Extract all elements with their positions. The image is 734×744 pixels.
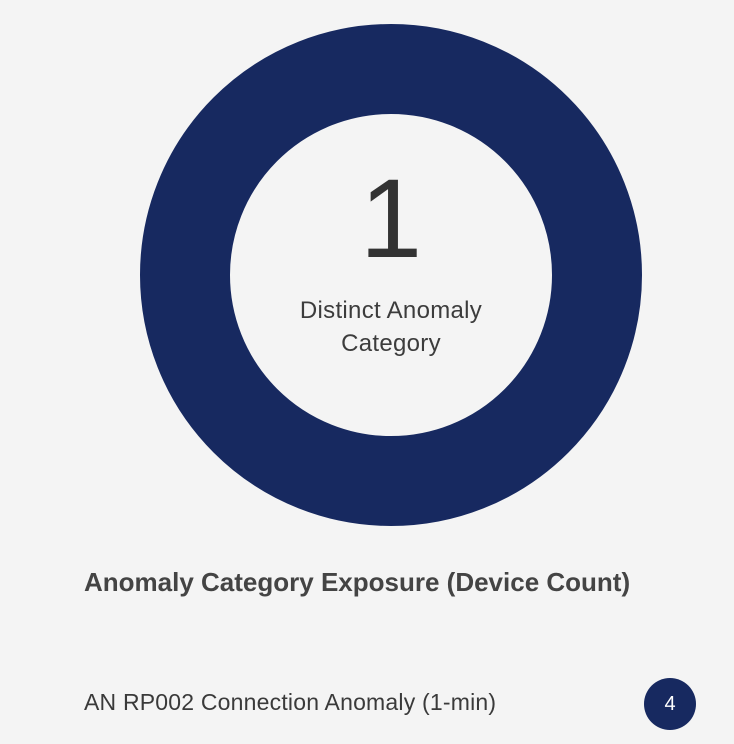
donut-chart: 1 Distinct Anomaly Category	[140, 24, 642, 526]
distinct-count: 1	[359, 156, 423, 281]
section-title: Anomaly Category Exposure (Device Count)	[84, 567, 631, 597]
donut-center: 1 Distinct Anomaly Category	[140, 24, 642, 526]
chart-panel: 1 Distinct Anomaly Category Anomaly Cate…	[0, 0, 734, 744]
device-count-badge: 4	[644, 678, 696, 730]
distinct-count-label: Distinct Anomaly Category	[299, 297, 483, 357]
category-row[interactable]: AN RP002 Connection Anomaly (1-min) 4	[84, 674, 698, 730]
category-label: AN RP002 Connection Anomaly (1-min)	[84, 689, 497, 715]
